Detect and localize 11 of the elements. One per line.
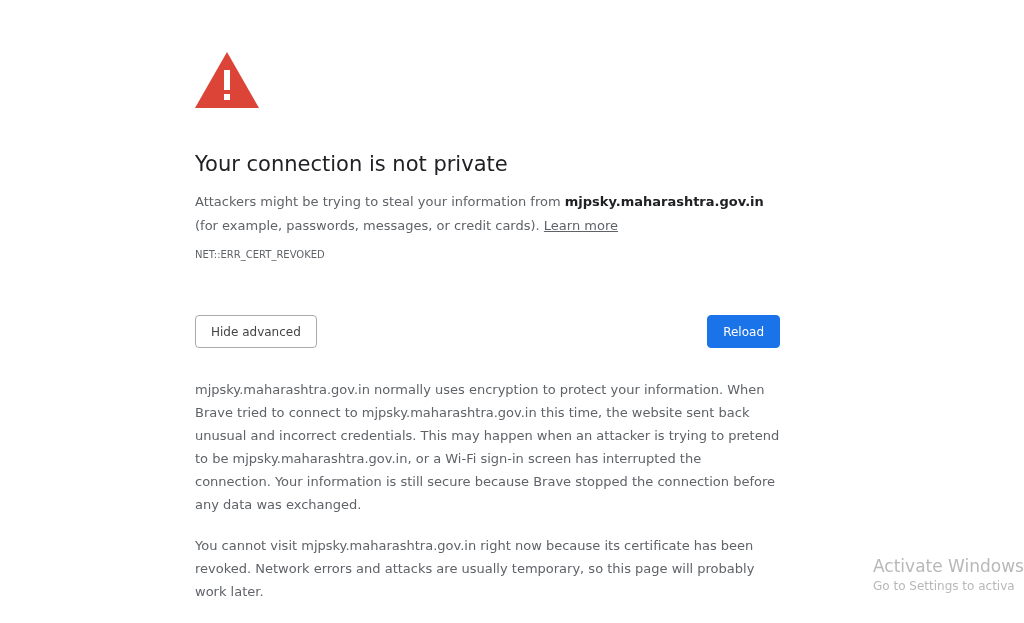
details-paragraph: mjpsky.maharashtra.gov.in normally uses encryption to protect your information. When Brave tried to connect to mjpsky.maharashtra.gov.in this time, the website sent back unusual and incorrect credentials. This may happen when an attacker is trying to pretend to be mjpsky.maharashtra.gov.in, or a Wi-Fi sign-in screen has interrupted the connection. Your information is still secure because Brave stopped the connection before any data was exchanged. bbox=[195, 381, 780, 514]
activation-subtitle: Go to Settings to activa bbox=[873, 578, 1016, 595]
activation-title: Activate Windows bbox=[873, 555, 1024, 577]
warning-icon bbox=[195, 52, 259, 108]
learn-more-link[interactable]: Learn more bbox=[543, 218, 618, 233]
warning-message: Attackers might be trying to steal your information from mjpsky.maharashtra.gov.in (for example, passwords, messages, or credit cards). Learn more bbox=[195, 193, 765, 235]
advanced-toggle-button[interactable]: Hide advanced bbox=[195, 315, 317, 348]
page-heading: Your connection is not private bbox=[195, 151, 509, 178]
error-code: NET::ERR_CERT_REVOKED bbox=[195, 248, 326, 262]
details-paragraph: You cannot visit mjpsky.maharashtra.gov.in right now because its certificate has been revoked. Network errors and attacks are usually temporary, so this page will probably work later. bbox=[195, 537, 756, 601]
reload-button[interactable]: Reload bbox=[707, 315, 780, 348]
